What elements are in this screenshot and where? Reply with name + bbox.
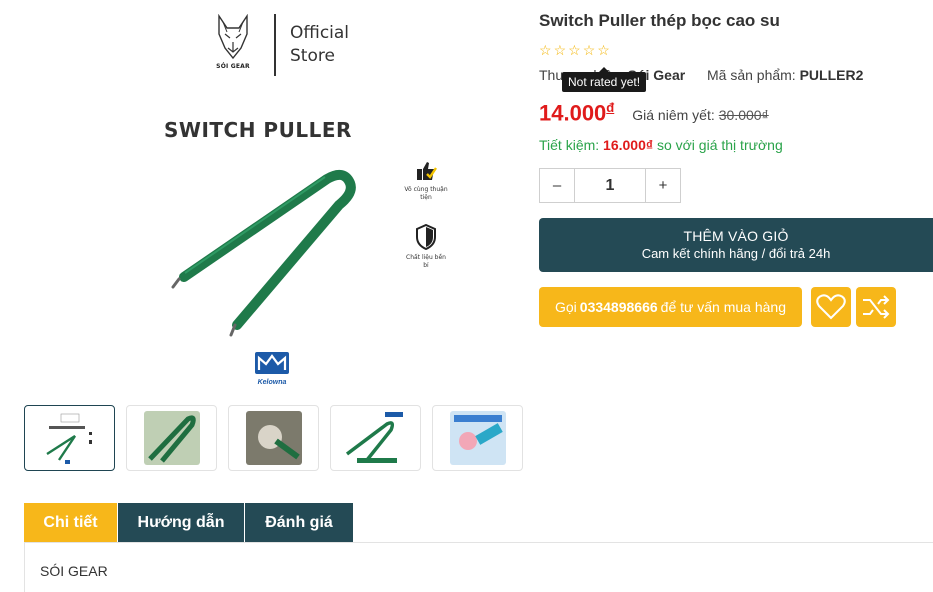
thumbnail-3[interactable]	[228, 405, 319, 471]
store-line-1: Official	[290, 23, 350, 43]
current-price: 14.000đ	[539, 100, 614, 126]
saving-line: Tiết kiệm: 16.000₫ so với giá thị trường	[539, 137, 783, 153]
feature-durable-label: Chất liệu bền bỉ	[406, 254, 446, 269]
feature-durable: Chất liệu bền bỉ	[404, 224, 448, 270]
product-tabs: Chi tiết Hướng dẫn Đánh giá	[24, 503, 354, 543]
wolf-logo-icon: SÓI GEAR	[210, 14, 256, 76]
list-price: 30.000₫	[718, 107, 769, 124]
add-to-cart-label: THÊM VÀO GIỎ	[683, 228, 789, 244]
call-suffix: để tư vấn mua hàng	[660, 299, 786, 315]
thumbnail-4[interactable]	[330, 405, 421, 471]
shuffle-icon	[863, 295, 890, 319]
logo-divider	[274, 14, 276, 76]
switch-puller-illustration	[171, 169, 356, 337]
rating-stars[interactable]: ☆ ☆ ☆ ☆ ☆	[539, 42, 610, 58]
brand-caption: SÓI GEAR	[216, 63, 250, 70]
saving-suffix: so với giá thị trường	[656, 137, 783, 153]
qty-decrease-button[interactable]: –	[540, 169, 574, 202]
price-line: 14.000đ Giá niêm yết: 30.000₫	[539, 100, 769, 126]
tab-panel	[24, 543, 933, 592]
thumbnail-strip	[24, 405, 523, 471]
feature-convenient: Vô cùng thuận tiện	[404, 160, 448, 202]
thumbnail-2[interactable]	[126, 405, 217, 471]
kelowna-logo: Kelowna	[254, 352, 290, 386]
add-to-cart-sublabel: Cam kết chính hãng / đổi trả 24h	[641, 246, 831, 261]
star-empty-icon[interactable]: ☆	[583, 42, 596, 58]
product-title: Switch Puller thép bọc cao su	[539, 11, 780, 30]
star-empty-icon[interactable]: ☆	[568, 42, 581, 58]
call-consult-button[interactable]: Gọi 0334898666 để tư vấn mua hàng	[539, 287, 802, 327]
call-prefix: Gọi	[554, 299, 577, 315]
star-empty-icon[interactable]: ☆	[554, 42, 567, 58]
quantity-stepper: – 1 +	[539, 168, 681, 203]
kelowna-text: Kelowna	[257, 379, 287, 386]
sku-label: Mã sản phẩm:	[706, 67, 796, 83]
price-amount: 14.000	[539, 100, 607, 126]
quantity-input[interactable]: 1	[574, 169, 646, 202]
saving-prefix: Tiết kiệm:	[539, 137, 600, 153]
image-heading: SWITCH PULLER	[164, 118, 352, 142]
kelowna-logo-icon	[255, 352, 289, 374]
currency-symbol: đ	[606, 100, 615, 115]
thumbs-check-icon	[417, 162, 437, 180]
sku-value: PULLER2	[799, 67, 864, 83]
thumbnail-1[interactable]	[24, 405, 115, 471]
tab-reviews[interactable]: Đánh giá	[245, 503, 354, 543]
thumbnail-5[interactable]	[432, 405, 523, 471]
heart-icon	[816, 294, 846, 320]
feature-convenient-label: Vô cùng thuận tiện	[404, 186, 448, 201]
star-empty-icon[interactable]: ☆	[539, 42, 552, 58]
tab-guide[interactable]: Hướng dẫn	[118, 503, 245, 543]
shield-icon	[416, 224, 436, 250]
saving-value: 16.000₫	[603, 137, 654, 153]
rating-tooltip: Not rated yet!	[562, 67, 647, 92]
star-empty-icon[interactable]: ☆	[597, 42, 610, 58]
tab-content-text: SÓI GEAR	[40, 563, 108, 579]
official-store-label: Official Store	[290, 22, 349, 68]
tab-details[interactable]: Chi tiết	[24, 503, 118, 543]
qty-increase-button[interactable]: +	[646, 169, 680, 202]
store-line-2: Store	[290, 46, 335, 66]
add-to-cart-button[interactable]: THÊM VÀO GIỎ Cam kết chính hãng / đổi tr…	[539, 218, 933, 272]
call-phone: 0334898666	[579, 299, 658, 315]
store-logo: SÓI GEAR Official Store	[210, 14, 349, 76]
compare-button[interactable]	[856, 287, 896, 327]
wishlist-button[interactable]	[811, 287, 851, 327]
list-price-label: Giá niêm yết:	[632, 107, 715, 124]
main-product-image[interactable]: SÓI GEAR Official Store SWITCH PULLER Vô…	[24, 0, 519, 400]
